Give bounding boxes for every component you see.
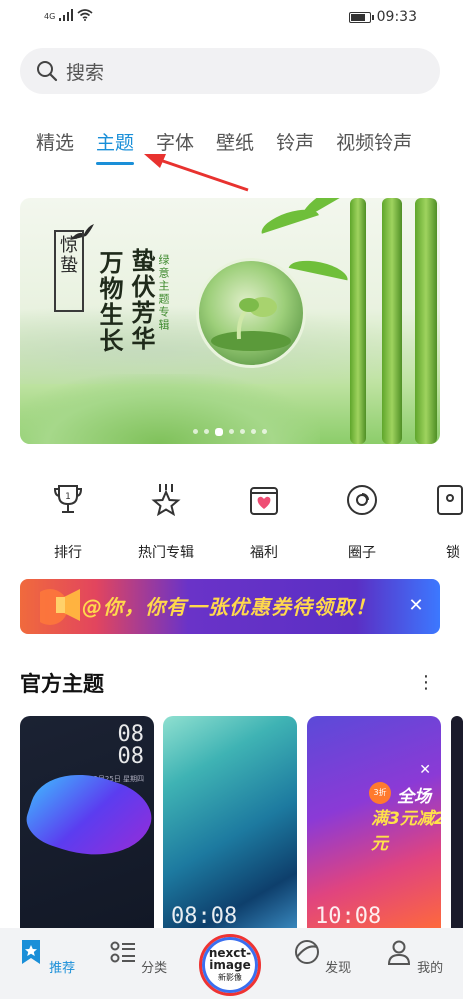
bamboo-stalk-2 bbox=[382, 198, 402, 444]
section-title: 官方主题 bbox=[20, 672, 104, 696]
circle-chat-icon bbox=[347, 485, 377, 515]
megaphone-icon bbox=[40, 589, 80, 625]
discover-icon bbox=[294, 940, 319, 964]
bamboo-stalk-1 bbox=[350, 198, 366, 444]
wifi-icon bbox=[77, 9, 93, 21]
quick-link-benefits[interactable]: 福利 bbox=[224, 482, 304, 562]
page-dot-active[interactable] bbox=[215, 428, 223, 436]
coupon-promo-banner[interactable]: @你，你有一张优惠券待领取！ ✕ bbox=[20, 579, 440, 634]
more-options-icon[interactable]: ⋮ bbox=[417, 672, 435, 693]
gift-heart-icon bbox=[250, 487, 278, 515]
bamboo-leaf bbox=[297, 198, 355, 220]
star-bookmark-icon bbox=[21, 940, 40, 964]
card-clock: 08:08 bbox=[171, 904, 238, 929]
theme-card[interactable]: ✕ 3折 全场 满3元减2元 10:08 bbox=[307, 716, 441, 931]
sale-line-2: 满3元减2元 bbox=[371, 809, 441, 854]
theme-card[interactable]: 08:08 bbox=[163, 716, 297, 931]
hero-banner[interactable]: 惊蛰 万物生长 蛰伏芳华 绿意主题专辑 bbox=[20, 198, 440, 444]
quick-links: 1 排行 热门专辑 福利 圈子 锁 bbox=[0, 482, 463, 562]
card-clock: 08 08 bbox=[117, 722, 145, 769]
status-right: 09:33 bbox=[348, 9, 417, 25]
theme-card[interactable]: 08 08 12月25日 星期四 bbox=[20, 716, 154, 931]
network-type: 4G bbox=[44, 12, 56, 21]
quick-link-lock-screen[interactable]: 锁 bbox=[420, 482, 463, 562]
lock-screen-icon bbox=[437, 485, 463, 515]
tab-ringtones[interactable]: 铃声 bbox=[276, 128, 314, 155]
quick-link-hot-albums[interactable]: 热门专辑 bbox=[126, 482, 206, 562]
promo-text: @你，你有一张优惠券待领取！ bbox=[82, 595, 376, 619]
promo-close-icon[interactable]: ✕ bbox=[406, 596, 426, 616]
tab-featured[interactable]: 精选 bbox=[36, 128, 74, 155]
status-bar: 4G 09:33 bbox=[0, 0, 463, 36]
clock: 09:33 bbox=[376, 9, 417, 25]
logo-text: nexct- image bbox=[208, 946, 252, 972]
search-input[interactable]: 搜索 bbox=[20, 48, 440, 94]
nav-category[interactable]: 分类 bbox=[108, 938, 168, 976]
svg-text:1: 1 bbox=[65, 492, 71, 502]
search-icon bbox=[37, 61, 58, 82]
page-dot[interactable] bbox=[204, 429, 209, 434]
seal-text: 惊蛰 bbox=[54, 230, 84, 312]
tab-video-ringtones[interactable]: 视频铃声 bbox=[336, 128, 412, 155]
quick-link-ranking[interactable]: 1 排行 bbox=[28, 482, 108, 562]
center-logo-button[interactable]: nexct- image 新影像 bbox=[199, 934, 261, 996]
category-list-icon bbox=[110, 941, 135, 963]
banner-pagination bbox=[20, 428, 440, 436]
page-dot[interactable] bbox=[262, 429, 267, 434]
signal-icon bbox=[59, 9, 74, 21]
page-dot[interactable] bbox=[229, 429, 234, 434]
profile-icon bbox=[387, 940, 410, 965]
annotation-arrow bbox=[144, 154, 249, 192]
banner-title-primary: 蛰伏芳华 bbox=[127, 248, 156, 352]
discount-badge: 3折 bbox=[369, 782, 391, 804]
page-dot[interactable] bbox=[251, 429, 256, 434]
sale-badge[interactable]: 3折 全场 满3元减2元 bbox=[369, 776, 441, 854]
page-dot[interactable] bbox=[240, 429, 245, 434]
tab-themes[interactable]: 主题 bbox=[96, 128, 135, 165]
page-dot[interactable] bbox=[193, 429, 198, 434]
nav-mine[interactable]: 我的 bbox=[384, 938, 444, 976]
logo-subtext: 新影像 bbox=[218, 973, 242, 982]
sprout-illustration bbox=[196, 258, 306, 368]
signal-indicators: 4G bbox=[44, 9, 93, 21]
theme-card-partial[interactable] bbox=[451, 716, 463, 931]
banner-title-secondary: 万物生长 bbox=[95, 250, 124, 354]
nav-discover[interactable]: 发现 bbox=[292, 938, 352, 976]
battery-icon bbox=[348, 11, 374, 23]
search-placeholder: 搜索 bbox=[66, 61, 105, 84]
star-album-icon bbox=[151, 484, 181, 517]
banner-subtitle: 绿意主题专辑 bbox=[157, 254, 170, 332]
bamboo-stalk-3 bbox=[415, 198, 437, 444]
trophy-icon: 1 bbox=[53, 485, 83, 513]
card-clock: 10:08 bbox=[315, 904, 382, 929]
quick-link-circles[interactable]: 圈子 bbox=[322, 482, 402, 562]
nav-recommend[interactable]: 推荐 bbox=[16, 938, 76, 976]
